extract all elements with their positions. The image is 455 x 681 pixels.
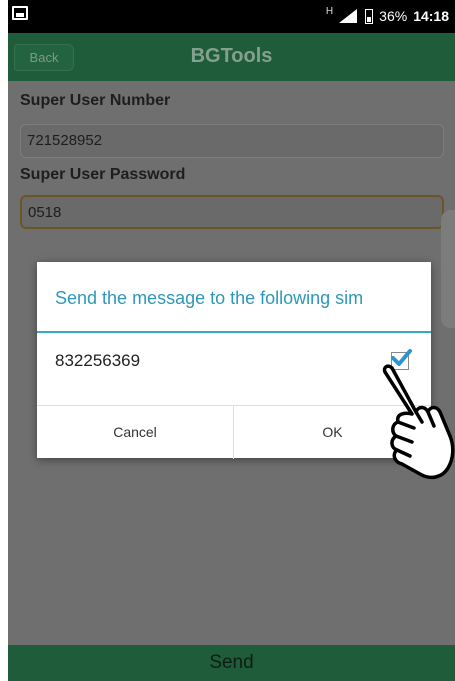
battery-percent: 36% xyxy=(379,8,408,24)
clock: 14:18 xyxy=(413,8,449,24)
pointing-hand-icon xyxy=(382,364,455,480)
send-button[interactable]: Send xyxy=(8,645,455,681)
image-icon xyxy=(12,6,28,20)
cancel-button[interactable]: Cancel xyxy=(37,406,234,459)
status-bar: H 36% 14:18 xyxy=(8,0,455,33)
page-title: BGTools xyxy=(190,45,273,67)
signal-icon xyxy=(339,9,359,23)
phone-screen: H 36% 14:18 Back BGTools Super User Numb… xyxy=(8,0,455,681)
super-user-password-field[interactable]: 0518 xyxy=(20,195,444,229)
dialog-title: Send the message to the following sim xyxy=(55,288,364,308)
network-type: H xyxy=(325,5,334,17)
status-indicators: H 36% 14:18 xyxy=(325,5,449,25)
background-panel-edge xyxy=(441,210,455,328)
battery-icon xyxy=(365,8,374,24)
super-user-password-label: Super User Password xyxy=(20,166,186,183)
dialog-buttons: Cancel OK xyxy=(37,405,431,459)
dialog-divider xyxy=(37,331,431,333)
title-bar: Back BGTools xyxy=(8,33,455,81)
sim-select-dialog: Send the message to the following sim 83… xyxy=(37,262,431,459)
sim-number: 832256369 xyxy=(55,351,141,370)
super-user-number-field[interactable]: 721528952 xyxy=(20,124,444,158)
super-user-number-label: Super User Number xyxy=(20,92,171,109)
